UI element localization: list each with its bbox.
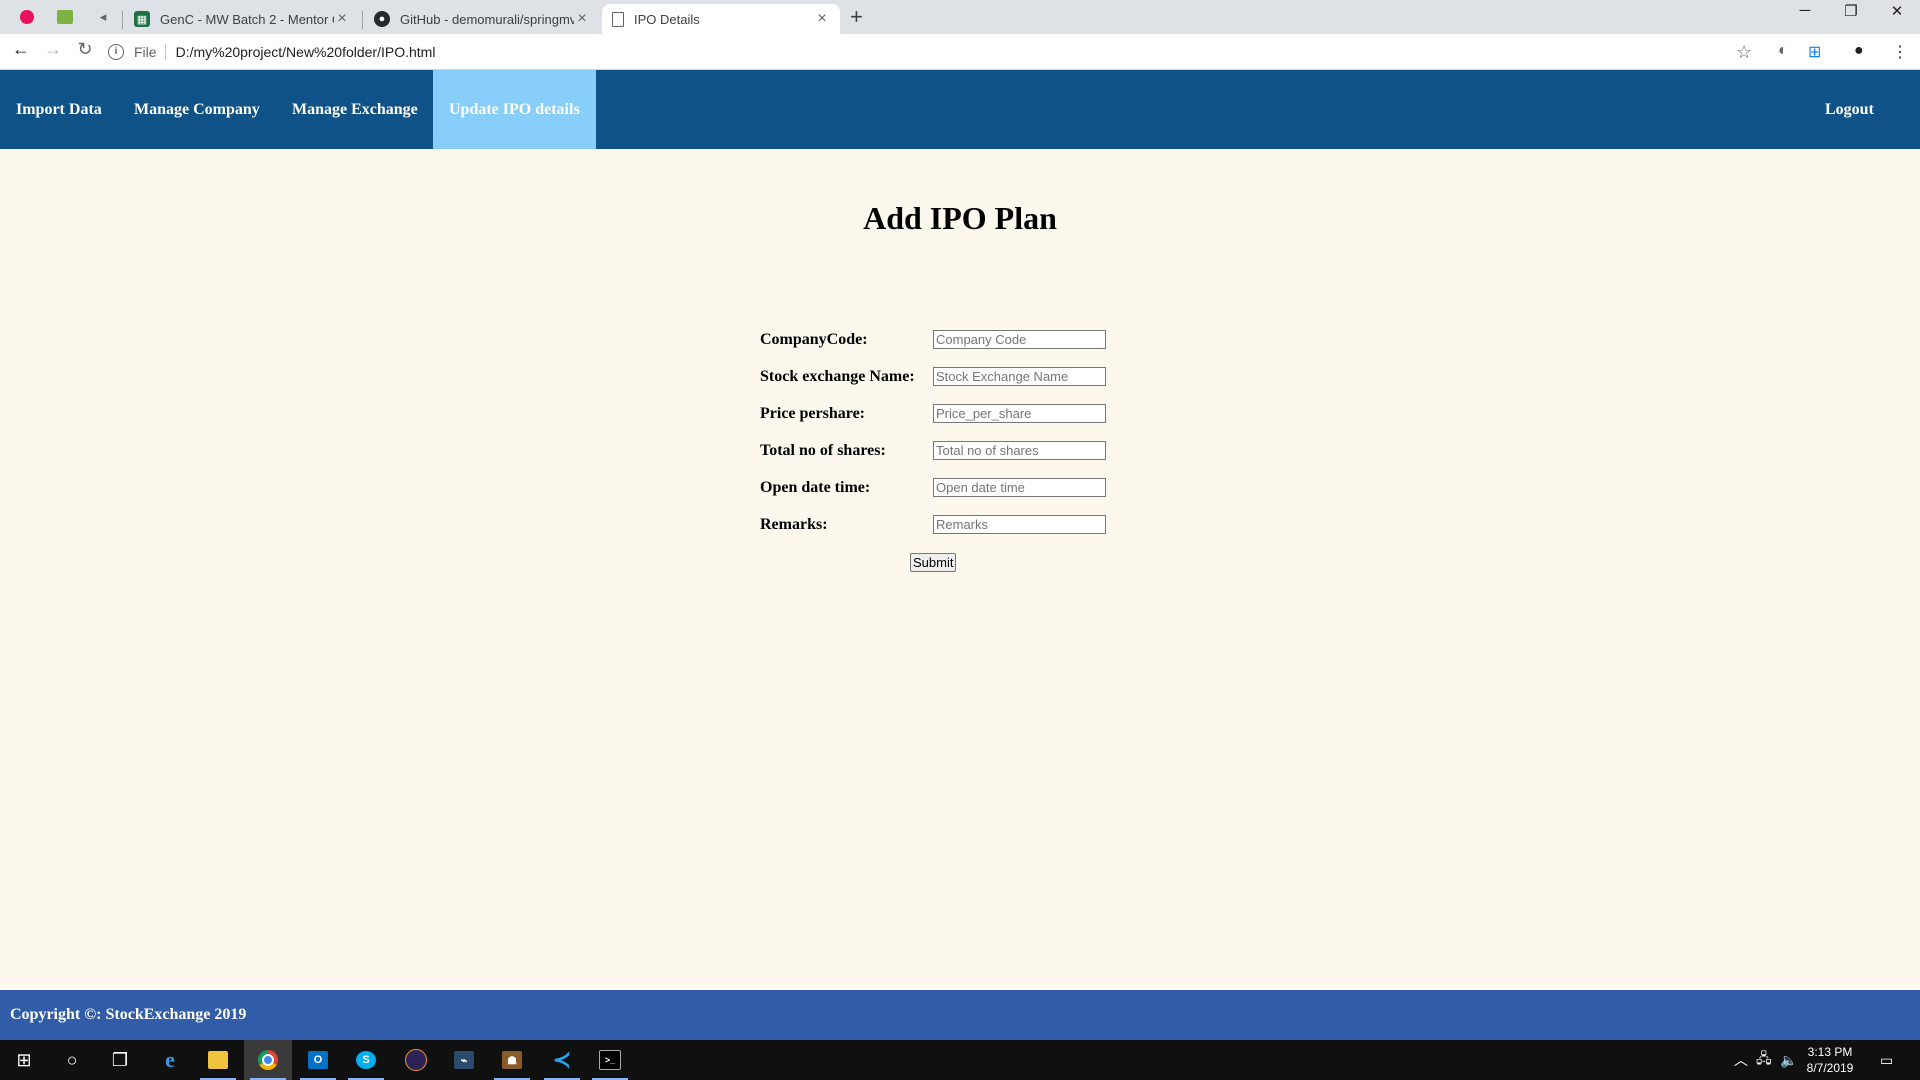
form-row-total-shares: Total no of shares: [760,437,1160,474]
new-tab-button[interactable]: + [850,4,863,30]
tab-separator [362,11,363,29]
clock-date: 8/7/2019 [1806,1061,1854,1075]
tab-genc-sheet[interactable]: ▦ GenC - MW Batch 2 - Mentor Co × [124,4,360,34]
open-date-time-label: Open date time: [760,479,871,496]
tab-github[interactable]: ● GitHub - demomurali/springmvc × [364,4,600,34]
bookmark-star-icon[interactable]: ☆ [1736,42,1752,63]
extension-circle-icon[interactable]: ◐ [1778,42,1788,60]
back-icon[interactable]: ← [8,39,34,60]
price-per-share-label: Price pershare: [760,405,865,422]
window-close-icon[interactable]: ✕ [1874,2,1920,20]
tray-overflow-icon[interactable]: ︿ [1734,1040,1748,1080]
remarks-label: Remarks: [760,516,828,533]
profile-icon[interactable]: ● [1854,42,1864,60]
tab-title: GitHub - demomurali/springmvc [400,11,574,27]
pinned-tab-music[interactable] [8,5,46,29]
restore-icon[interactable]: ❐ [1828,2,1874,20]
url-text[interactable]: D:/my%20project/New%20folder/IPO.html [176,44,436,60]
task-view-icon[interactable]: ❐ [96,1040,144,1080]
top-navbar: Import Data Manage Company Manage Exchan… [0,70,1920,149]
total-shares-input[interactable] [933,441,1106,460]
tab-title: GenC - MW Batch 2 - Mentor Co [160,11,334,27]
sheets-icon: ▦ [134,11,150,27]
page-icon [612,11,624,27]
form-row-price-per-share: Price pershare: [760,400,1160,437]
price-per-share-input[interactable] [933,404,1106,423]
chrome-icon[interactable] [244,1040,292,1080]
clock-time: 3:13 PM [1807,1045,1853,1059]
eclipse-icon[interactable] [392,1040,440,1080]
copyright-text: Copyright ©: StockExchange 2019 [10,1006,247,1023]
form-row-open-date-time: Open date time: [760,474,1160,511]
form-row-company-code: CompanyCode: [760,326,1160,363]
info-icon[interactable]: i [108,43,124,60]
windows-extension-icon[interactable]: ⊞ [1808,42,1821,62]
page-footer: Copyright ©: StockExchange 2019 [0,990,1920,1040]
stock-exchange-label: Stock exchange Name: [760,368,915,385]
address-bar[interactable]: i File D:/my%20project/New%20folder/IPO.… [108,37,1758,66]
tab-ipo-details[interactable]: IPO Details × [602,4,840,34]
reload-icon[interactable]: ↻ [72,39,98,60]
nav-import-data[interactable]: Import Data [0,70,118,149]
menu-kebab-icon[interactable]: ⋮ [1892,42,1908,62]
stock-exchange-input[interactable] [933,367,1106,386]
url-scheme: File [134,43,157,60]
remarks-input[interactable] [933,515,1106,534]
page-title: Add IPO Plan [863,200,1057,236]
windows-start-icon[interactable]: ⊞ [0,1040,48,1080]
pinned-tab-muted[interactable]: ◂ [84,5,122,29]
nav-manage-exchange[interactable]: Manage Exchange [276,70,434,149]
forward-icon[interactable]: → [40,39,66,60]
company-code-input[interactable] [933,330,1106,349]
form-row-remarks: Remarks: [760,511,1160,548]
url-separator [164,43,166,60]
browser-toolbar: ← → ↻ i File D:/my%20project/New%20folde… [0,34,1920,70]
taskbar-clock[interactable]: 3:13 PM 8/7/2019 [1790,1044,1870,1076]
form-row-stock-exchange: Stock exchange Name: [760,363,1160,400]
close-icon[interactable]: × [574,10,590,28]
nav-update-ipo-details[interactable]: Update IPO details [433,70,596,149]
mysql-workbench-icon[interactable]: ⌁ [440,1040,488,1080]
command-prompt-icon[interactable]: >_ [586,1040,634,1080]
pinned-tab-app[interactable] [46,5,84,29]
speaker-icon: ◂ [99,9,107,24]
vscode-icon[interactable]: ≺ [538,1040,586,1080]
close-icon[interactable]: × [334,10,350,28]
company-code-label: CompanyCode: [760,331,868,348]
notification-center-icon[interactable]: ▭ [1880,1040,1893,1080]
submit-button[interactable]: Submit [910,553,957,572]
tab-separator [122,11,123,29]
skype-icon[interactable]: S [342,1040,390,1080]
nav-logout[interactable]: Logout [1809,70,1890,149]
windows-taskbar: ⊞ ○ ❐ e O S ⌁ ☗ ≺ >_ ︿ 🖧 🔈 3:13 PM 8/7/2… [0,1040,1920,1080]
open-date-time-input[interactable] [933,478,1106,497]
app-icon [57,10,73,24]
github-icon: ● [374,11,390,27]
tomcat-icon[interactable]: ☗ [488,1040,536,1080]
file-explorer-icon[interactable] [194,1040,242,1080]
network-icon[interactable]: 🖧 [1756,1040,1772,1080]
music-app-icon [20,10,34,24]
close-icon[interactable]: × [814,10,830,28]
browser-tab-strip: ◂ ▦ GenC - MW Batch 2 - Mentor Co × ● Gi… [0,0,1920,34]
minimize-icon[interactable]: ─ [1782,2,1828,19]
edge-browser-icon[interactable]: e [146,1040,194,1080]
cortana-search-icon[interactable]: ○ [48,1040,96,1080]
total-shares-label: Total no of shares: [760,442,886,459]
nav-manage-company[interactable]: Manage Company [118,70,276,149]
tab-title: IPO Details [634,11,700,27]
outlook-icon[interactable]: O [294,1040,342,1080]
